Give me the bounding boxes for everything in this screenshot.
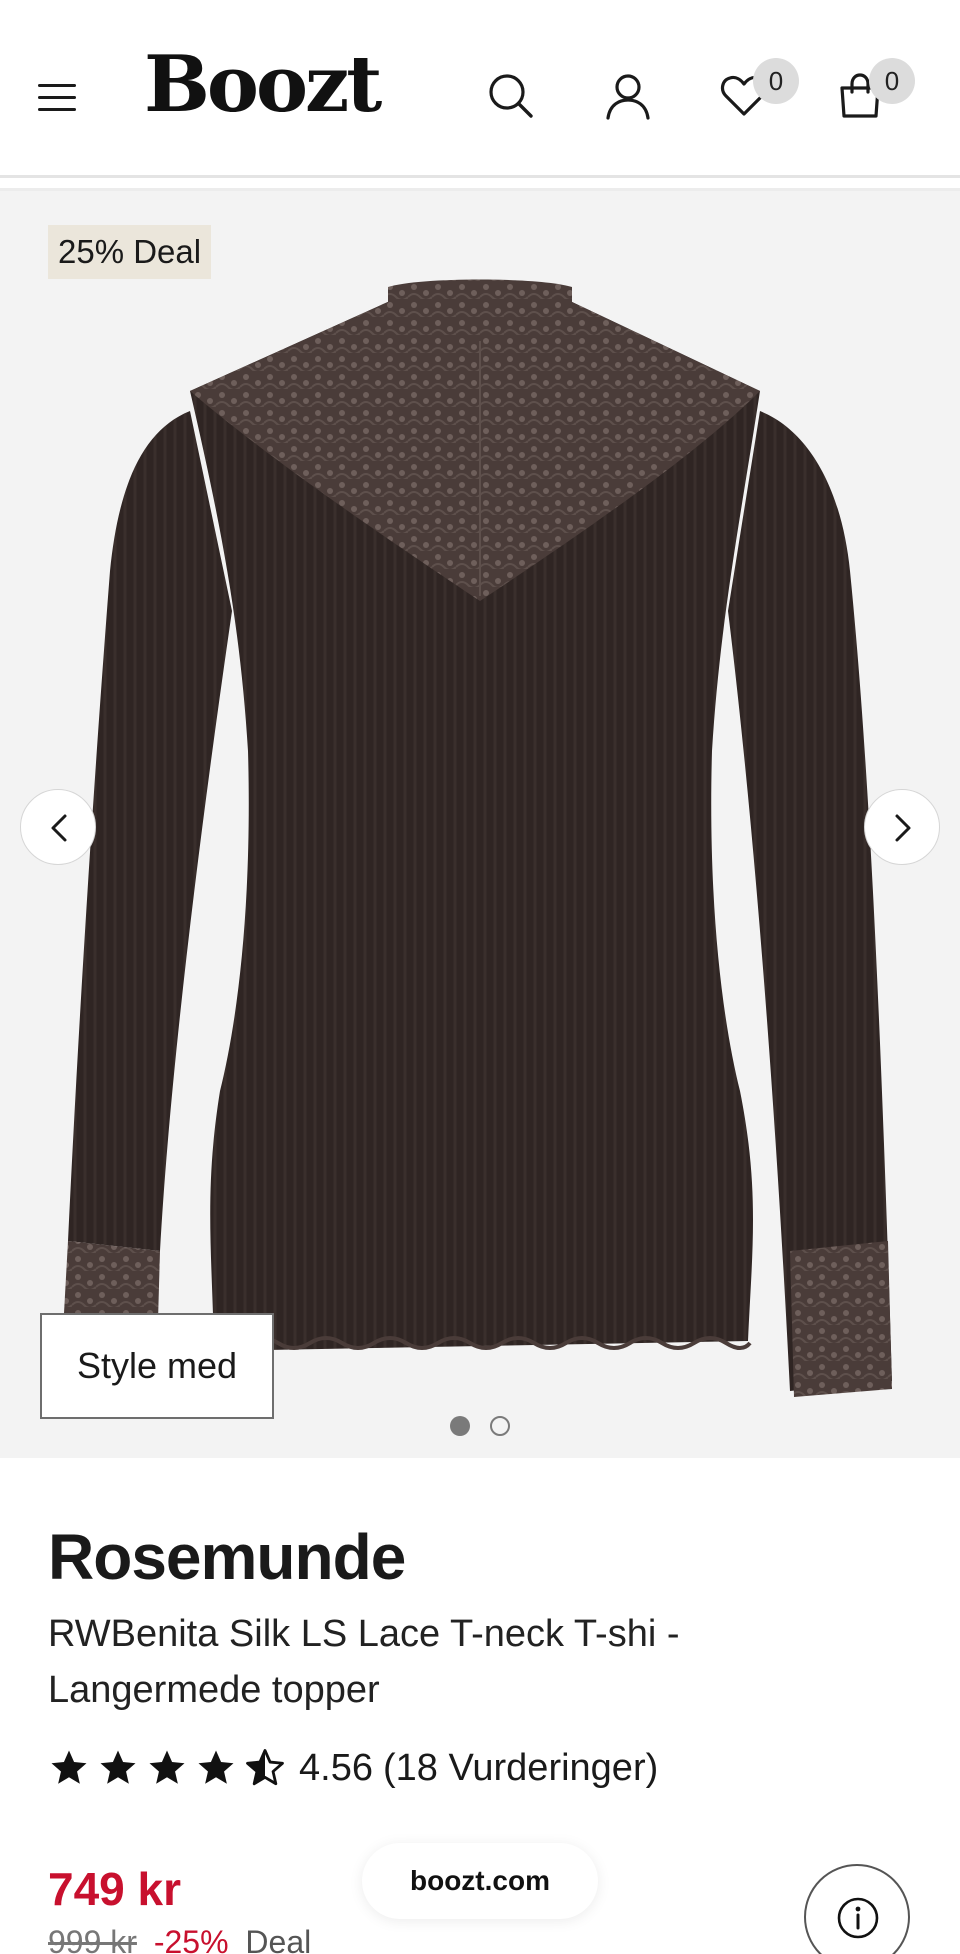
carousel-dot-1[interactable] — [450, 1416, 470, 1436]
style-with-button[interactable]: Style med — [40, 1313, 274, 1419]
star-full-icon — [198, 1750, 234, 1784]
info-icon — [837, 1897, 879, 1939]
boozt-logo[interactable]: Boozt — [144, 46, 382, 124]
next-image-button[interactable] — [864, 789, 940, 865]
price-details: 999 kr -25% Deal — [48, 1924, 311, 1954]
account-icon[interactable] — [602, 70, 654, 122]
product-image — [64, 279, 892, 1397]
product-rating[interactable]: 4.56 (18 Vurderinger) — [48, 1740, 658, 1796]
deal-badge: 25% Deal — [48, 225, 212, 279]
rating-stars — [48, 1747, 293, 1789]
original-price: 999 kr — [48, 1924, 137, 1954]
chevron-left-icon — [51, 814, 67, 842]
discount-label: -25% — [153, 1924, 229, 1954]
wishlist-count-badge: 0 — [753, 58, 799, 104]
info-button[interactable] — [804, 1864, 910, 1954]
rating-value: 4.56 — [299, 1746, 373, 1789]
current-price: 749 kr — [48, 1863, 182, 1915]
browser-url-pill[interactable]: boozt.com — [362, 1843, 598, 1919]
cart-count-badge: 0 — [869, 58, 915, 104]
product-name: RWBenita Silk LS Lace T-neck T-shi - Lan… — [48, 1613, 680, 1711]
product-brand[interactable]: Rosemunde — [48, 1520, 406, 1594]
menu-icon[interactable] — [38, 82, 78, 114]
rating-count[interactable]: (18 Vurderinger) — [383, 1747, 658, 1790]
chevron-right-icon — [895, 814, 911, 842]
star-half-icon — [246, 1749, 284, 1786]
search-icon[interactable] — [485, 70, 537, 122]
previous-image-button[interactable] — [20, 789, 96, 865]
star-full-icon — [51, 1750, 87, 1784]
top-header: Boozt 0 0 — [0, 0, 960, 178]
star-full-icon — [100, 1750, 136, 1784]
carousel-dot-2[interactable] — [490, 1416, 510, 1436]
product-image-gallery[interactable]: 25% Deal Style med — [0, 191, 960, 1458]
star-full-icon — [149, 1750, 185, 1784]
deal-label: Deal — [245, 1924, 312, 1954]
